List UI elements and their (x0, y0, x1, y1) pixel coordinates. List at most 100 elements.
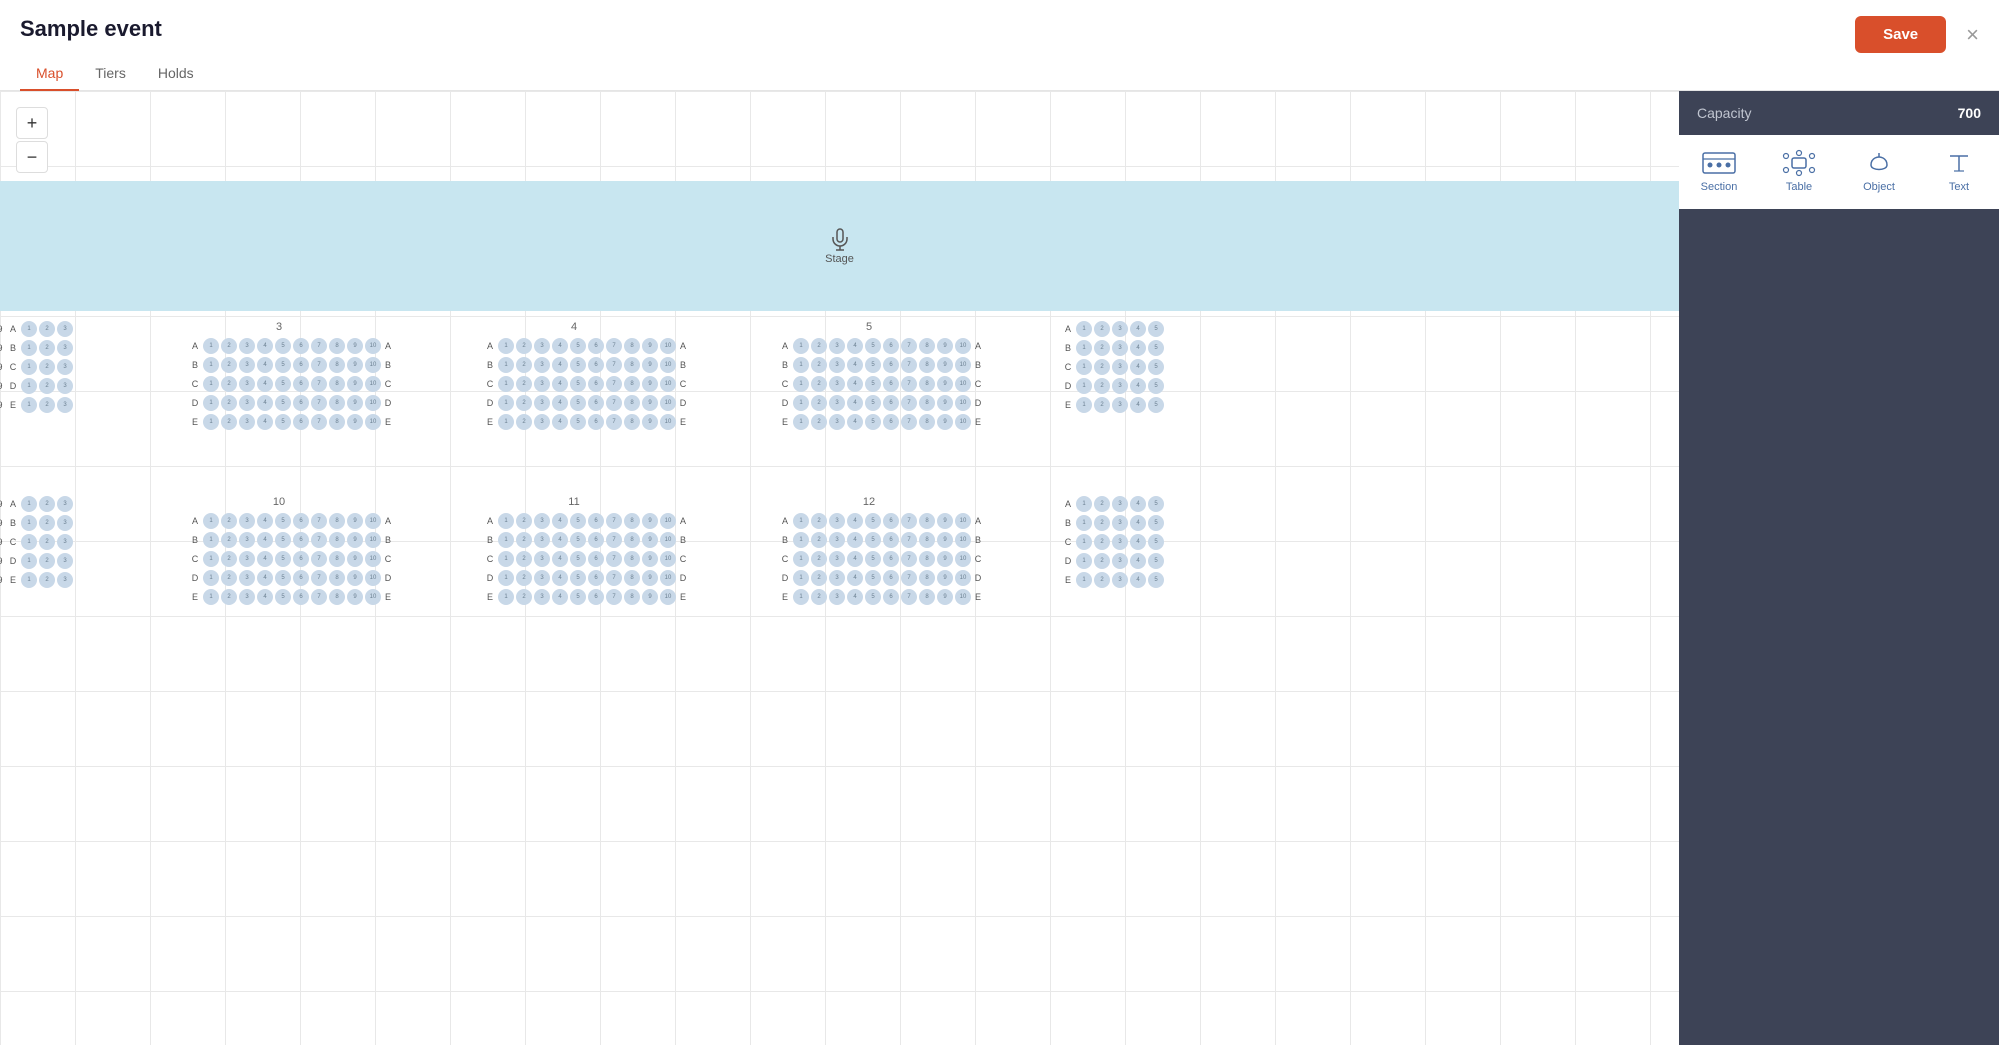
seat[interactable]: 5 (865, 395, 881, 411)
seat[interactable]: 5 (275, 376, 291, 392)
seat[interactable]: 9 (347, 357, 363, 373)
seat[interactable]: 7 (311, 589, 327, 605)
seat[interactable]: 10 (660, 570, 676, 586)
seat[interactable]: 3 (534, 414, 550, 430)
seat[interactable]: 5 (570, 414, 586, 430)
seat[interactable]: 2 (39, 378, 55, 394)
seat[interactable]: 9 (642, 513, 658, 529)
seat[interactable]: 1 (21, 397, 37, 413)
seat[interactable]: 7 (606, 414, 622, 430)
seat[interactable]: 10 (365, 376, 381, 392)
seat[interactable]: 3 (239, 513, 255, 529)
seat[interactable]: 4 (552, 513, 568, 529)
seat[interactable]: 2 (39, 321, 55, 337)
seat[interactable]: 2 (221, 357, 237, 373)
seat[interactable]: 9 (642, 589, 658, 605)
seat[interactable]: 6 (883, 589, 899, 605)
seat[interactable]: 10 (660, 395, 676, 411)
seat[interactable]: 1 (203, 532, 219, 548)
seat[interactable]: 1 (498, 532, 514, 548)
seat[interactable]: 4 (552, 551, 568, 567)
seat[interactable]: 4 (847, 357, 863, 373)
seat[interactable]: 5 (865, 414, 881, 430)
seat[interactable]: 2 (39, 397, 55, 413)
seat[interactable]: 6 (883, 532, 899, 548)
seat[interactable]: 4 (1130, 572, 1146, 588)
seat[interactable]: 7 (606, 570, 622, 586)
seat[interactable]: 2 (1094, 534, 1110, 550)
seat[interactable]: 3 (534, 395, 550, 411)
seat[interactable]: 5 (1148, 321, 1164, 337)
seat[interactable]: 1 (793, 338, 809, 354)
seat[interactable]: 10 (660, 357, 676, 373)
seat[interactable]: 6 (588, 376, 604, 392)
seat[interactable]: 2 (221, 532, 237, 548)
seat[interactable]: 9 (642, 395, 658, 411)
seat[interactable]: 1 (21, 515, 37, 531)
seat[interactable]: 7 (606, 551, 622, 567)
seat[interactable]: 3 (534, 513, 550, 529)
seat[interactable]: 4 (1130, 378, 1146, 394)
seat[interactable]: 1 (21, 534, 37, 550)
seat[interactable]: 5 (1148, 378, 1164, 394)
seat[interactable]: 5 (865, 532, 881, 548)
seat[interactable]: 3 (1112, 534, 1128, 550)
seat[interactable]: 9 (642, 532, 658, 548)
seat[interactable]: 1 (203, 513, 219, 529)
seat[interactable]: 5 (865, 338, 881, 354)
seat[interactable]: 6 (293, 589, 309, 605)
seat[interactable]: 1 (203, 395, 219, 411)
seat[interactable]: 8 (329, 414, 345, 430)
seat[interactable]: 10 (660, 513, 676, 529)
seat[interactable]: 4 (552, 338, 568, 354)
seat[interactable]: 4 (1130, 553, 1146, 569)
seat[interactable]: 2 (516, 376, 532, 392)
seat[interactable]: 10 (955, 338, 971, 354)
seat[interactable]: 4 (552, 395, 568, 411)
seat[interactable]: 3 (829, 376, 845, 392)
seat[interactable]: 3 (829, 395, 845, 411)
tool-table[interactable]: Table (1759, 135, 1839, 209)
seat[interactable]: 4 (847, 338, 863, 354)
seat[interactable]: 1 (498, 338, 514, 354)
seat[interactable]: 6 (883, 376, 899, 392)
seat[interactable]: 5 (275, 338, 291, 354)
seat[interactable]: 6 (588, 357, 604, 373)
seat[interactable]: 10 (365, 551, 381, 567)
seat[interactable]: 6 (588, 414, 604, 430)
seat[interactable]: 5 (275, 570, 291, 586)
seat[interactable]: 8 (329, 376, 345, 392)
seat[interactable]: 2 (221, 376, 237, 392)
seat[interactable]: 6 (588, 532, 604, 548)
seat[interactable]: 9 (642, 376, 658, 392)
seat[interactable]: 4 (1130, 534, 1146, 550)
seat[interactable]: 10 (660, 338, 676, 354)
seat[interactable]: 7 (901, 338, 917, 354)
seat[interactable]: 6 (293, 414, 309, 430)
seat[interactable]: 7 (606, 513, 622, 529)
seat[interactable]: 8 (624, 376, 640, 392)
seat[interactable]: 3 (534, 551, 550, 567)
seat[interactable]: 4 (1130, 321, 1146, 337)
seat[interactable]: 2 (811, 570, 827, 586)
seat[interactable]: 4 (847, 414, 863, 430)
seat[interactable]: 4 (552, 570, 568, 586)
seat[interactable]: 6 (588, 395, 604, 411)
seat[interactable]: 10 (955, 414, 971, 430)
seat[interactable]: 3 (239, 532, 255, 548)
seat[interactable]: 7 (606, 376, 622, 392)
seat[interactable]: 3 (534, 589, 550, 605)
seat[interactable]: 2 (39, 496, 55, 512)
seat[interactable]: 1 (21, 378, 37, 394)
seat[interactable]: 6 (883, 395, 899, 411)
seat[interactable]: 3 (534, 338, 550, 354)
seat[interactable]: 2 (39, 534, 55, 550)
seat[interactable]: 5 (570, 376, 586, 392)
seat[interactable]: 6 (293, 395, 309, 411)
seat[interactable]: 5 (570, 357, 586, 373)
seat[interactable]: 2 (221, 513, 237, 529)
seat[interactable]: 2 (516, 414, 532, 430)
seat[interactable]: 8 (329, 395, 345, 411)
seat[interactable]: 5 (275, 532, 291, 548)
seat[interactable]: 8 (919, 551, 935, 567)
